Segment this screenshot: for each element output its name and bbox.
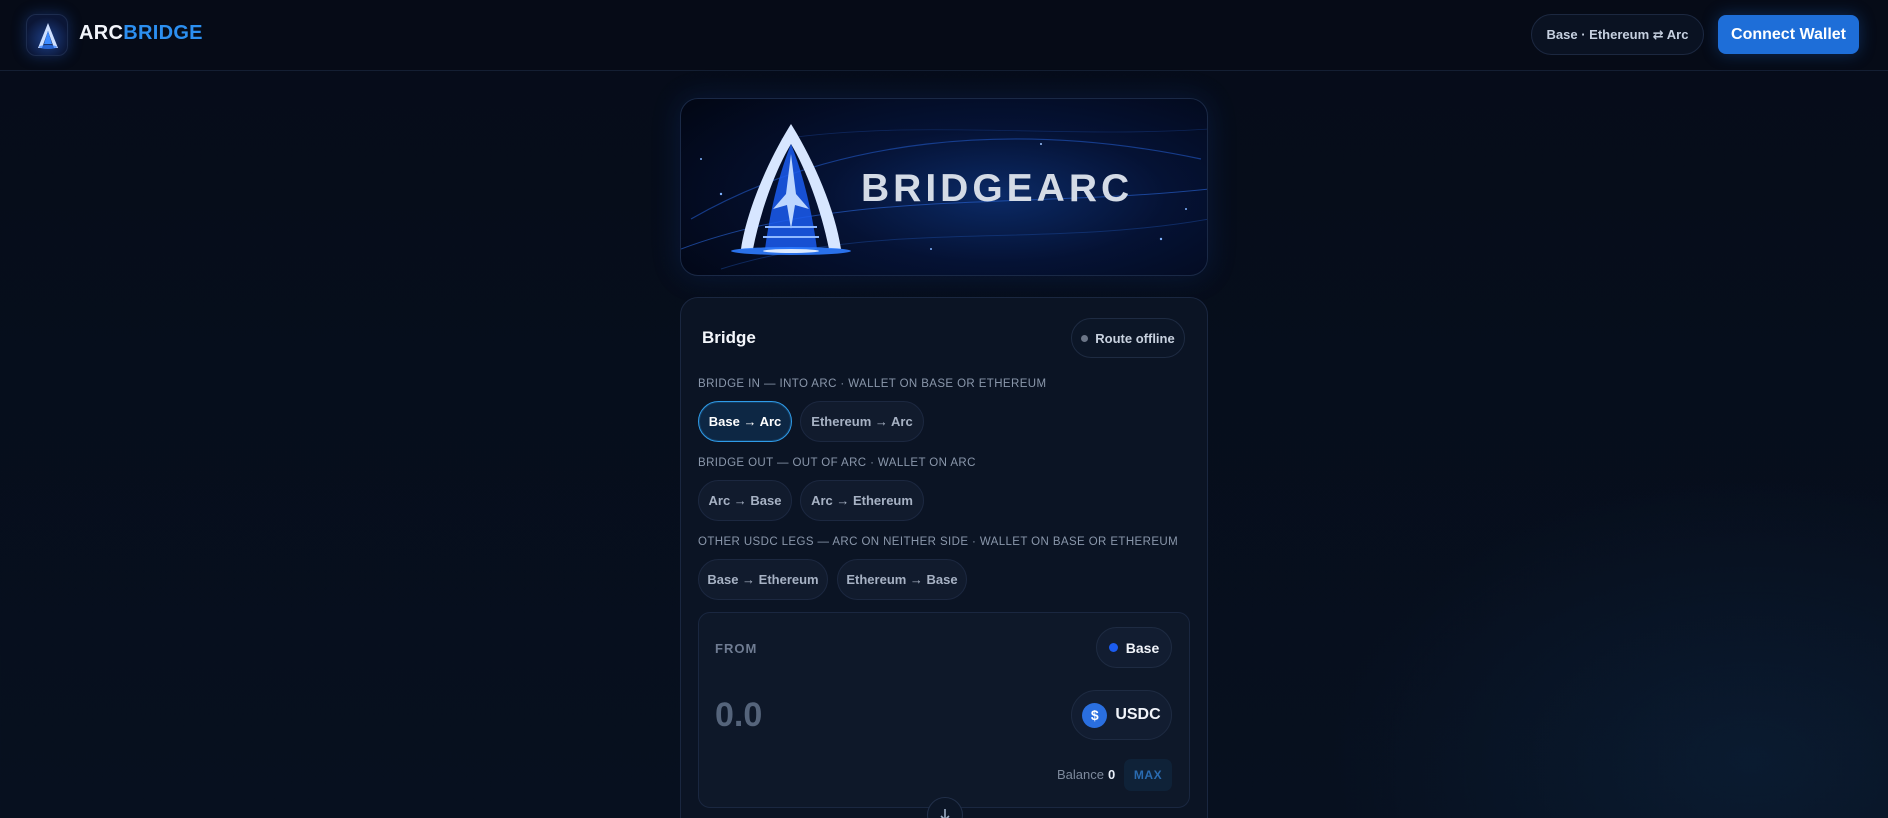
from-network-selector[interactable]: Base [1096,627,1172,668]
route-ethereum-to-base[interactable]: Ethereum → Base [837,559,967,600]
from-network-label: Base [1125,639,1160,656]
max-button[interactable]: MAX [1124,759,1172,791]
route-arc-to-ethereum[interactable]: Arc → Ethereum [800,480,924,521]
route-status-label: Route offline [1095,330,1175,346]
status-dot-icon [1081,334,1089,342]
token-selector[interactable]: $ USDC [1071,690,1172,740]
token-label: USDC [1115,706,1161,723]
from-label: FROM [715,641,758,656]
supported-networks-badge: Base · Ethereum ⇄ Arc [1531,14,1704,55]
balance-readout: Balance 0 [1057,767,1115,782]
amount-input[interactable] [715,690,1015,740]
arcbridge-logo-icon[interactable] [26,14,68,56]
balance-label: Balance [1057,767,1104,782]
route-base-to-arc[interactable]: Base → Arc [698,401,792,442]
hero-wordmark: BRIDGEARC [861,167,1133,210]
bridge-in-section-label: BRIDGE IN — INTO ARC · WALLET ON BASE OR… [698,378,1047,390]
arrow-down-icon [940,809,950,818]
balance-value: 0 [1107,767,1116,782]
bridge-out-section-label: BRIDGE OUT — OUT OF ARC · WALLET ON ARC [698,457,976,469]
hero-banner: BRIDGEARC [680,98,1208,276]
base-network-icon [1108,643,1118,652]
route-ethereum-to-arc[interactable]: Ethereum → Arc [800,401,924,442]
route-arc-to-base[interactable]: Arc → Base [698,480,792,521]
brand-name-bridge: BRIDGE [123,22,203,44]
bridge-title: Bridge [702,328,756,347]
usdc-icon: $ [1082,702,1108,728]
other-legs-section-label: OTHER USDC LEGS — ARC ON NEITHER SIDE · … [698,536,1179,548]
brand-name-arc: ARC [79,22,124,44]
route-base-to-ethereum[interactable]: Base → Ethereum [698,559,828,600]
hero-artwork: BRIDGEARC [681,124,1207,270]
route-status-badge: Route offline [1071,318,1185,358]
top-bar: ARCBRIDGE Base · Ethereum ⇄ Arc Connect … [0,0,1888,71]
brand-name[interactable]: ARCBRIDGE [79,22,203,45]
connect-wallet-button[interactable]: Connect Wallet [1718,15,1859,54]
